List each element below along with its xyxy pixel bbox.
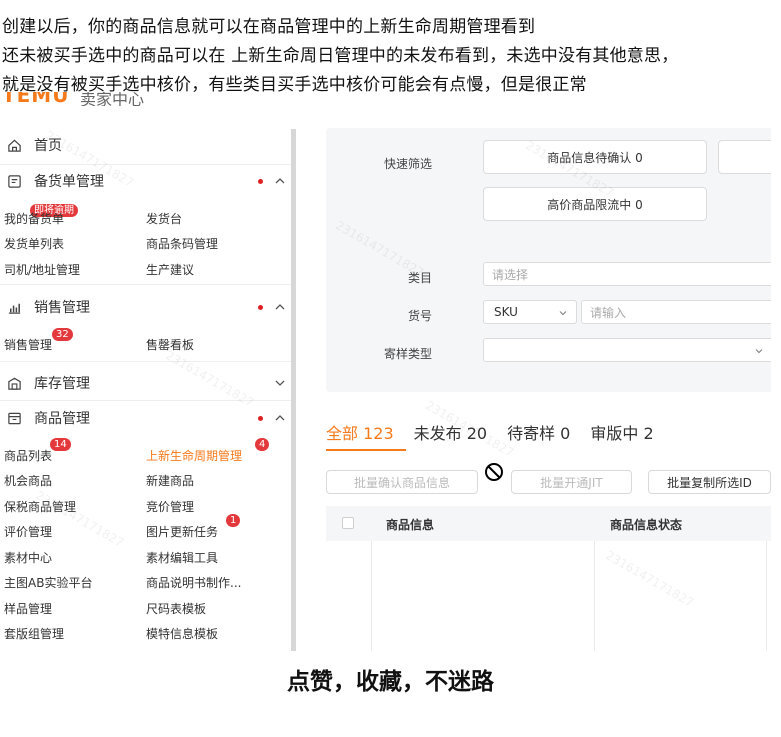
divider <box>0 361 291 362</box>
category-select[interactable]: 请选择 <box>483 262 771 286</box>
alert-dot <box>258 179 263 184</box>
sidebar-link-new-product-lifecycle[interactable]: 上新生命周期管理 <box>146 447 242 464</box>
column-divider <box>594 541 595 651</box>
chevron-down-icon <box>559 311 567 316</box>
column-divider <box>371 541 372 651</box>
sidebar-link-model-info[interactable]: 模特信息模板 <box>146 625 218 642</box>
sidebar-item-home[interactable]: 首页 <box>0 128 291 162</box>
sidebar-link-shipment-list[interactable]: 发货单列表 <box>4 235 64 252</box>
quick-filter-chip-more[interactable] <box>718 140 771 174</box>
category-label: 类目 <box>407 271 432 285</box>
alert-dot <box>258 305 263 310</box>
sidebar-group-title: 库存管理 <box>34 376 90 392</box>
tab-in-review[interactable]: 审版中 2 <box>590 420 653 450</box>
status-tabs: 全部 123 未发布 20 待寄样 0 审版中 2 <box>326 420 674 450</box>
quick-filter-label: 快速筛选 <box>383 157 432 171</box>
select-all-checkbox[interactable] <box>342 517 354 529</box>
brand-subtitle: 卖家中心 <box>80 92 145 106</box>
sidebar-link-manual-maker[interactable]: 商品说明书制作... <box>146 574 241 591</box>
sidebar-link-material-center[interactable]: 素材中心 <box>4 549 52 566</box>
chevron-up-icon[interactable] <box>273 411 287 425</box>
seller-center-screenshot: TEMU 卖家中心 首页 备货单管理 即将逾期 我的备货单 发货台 发货单列表 … <box>0 92 771 651</box>
annotation-line-1: 创建以后，你的商品信息就可以在商品管理中的上新生命周期管理看到 <box>2 17 536 37</box>
sidebar-group-products[interactable]: 商品管理 <box>0 401 291 435</box>
batch-jit-button[interactable]: 批量开通JIT <box>511 470 632 494</box>
lifecycle-badge: 4 <box>255 438 270 451</box>
sidebar-link-opportunity-products[interactable]: 机会商品 <box>4 472 52 489</box>
sku-input[interactable]: 请输入 <box>581 300 771 324</box>
batch-confirm-button[interactable]: 批量确认商品信息 <box>326 470 478 494</box>
divider <box>0 284 291 285</box>
chevron-up-icon[interactable] <box>273 300 287 314</box>
table-header: 商品信息 商品信息状态 <box>326 506 771 541</box>
sidebar-link-material-editor[interactable]: 素材编辑工具 <box>146 549 218 566</box>
sku-type-value: SKU <box>494 305 518 319</box>
column-divider <box>766 541 767 651</box>
chevron-up-icon[interactable] <box>273 174 287 188</box>
sidebar-link-bonded-products[interactable]: 保税商品管理 <box>4 498 76 515</box>
active-tab-indicator <box>326 449 406 451</box>
sidebar-group-title: 备货单管理 <box>34 174 104 190</box>
sidebar-link-size-chart[interactable]: 尺码表模板 <box>146 600 206 617</box>
brand-logo: TEMU <box>2 92 70 106</box>
sales-count-badge: 32 <box>52 328 73 341</box>
sidebar-group-title: 销售管理 <box>34 300 90 316</box>
sidebar-link-production-advice[interactable]: 生产建议 <box>146 261 194 278</box>
warehouse-icon <box>6 375 22 391</box>
annotation-line-2: 还未被买手选中的商品可以在 上新生命周日管理中的未发布看到，未选中没有其他意思， <box>2 46 679 66</box>
tab-pending-sample[interactable]: 待寄样 0 <box>507 420 570 450</box>
sidebar: 首页 备货单管理 即将逾期 我的备货单 发货台 发货单列表 商品条码管理 司机/… <box>0 106 291 651</box>
tab-all[interactable]: 全部 123 <box>326 420 394 450</box>
product-icon <box>6 410 22 426</box>
sample-type-label: 寄样类型 <box>383 347 432 361</box>
sample-type-select[interactable] <box>483 338 771 362</box>
sidebar-link-bidding[interactable]: 竞价管理 <box>146 498 194 515</box>
sidebar-link-my-stock-orders[interactable]: 我的备货单 <box>4 210 64 227</box>
sidebar-link-sellout-board[interactable]: 售罄看板 <box>146 336 194 353</box>
bar-chart-icon <box>6 299 22 315</box>
chevron-down-icon[interactable] <box>273 376 287 390</box>
home-icon <box>6 137 22 153</box>
not-allowed-cursor-icon <box>485 463 503 481</box>
column-product-info: 商品信息 <box>386 518 435 532</box>
chevron-down-icon <box>755 349 763 354</box>
sidebar-group-title: 商品管理 <box>34 411 90 427</box>
sidebar-group-stock-orders[interactable]: 备货单管理 <box>0 164 291 198</box>
batch-copy-id-button[interactable]: 批量复制所选ID <box>648 470 771 494</box>
sidebar-link-ab-test[interactable]: 主图AB实验平台 <box>4 574 92 591</box>
sidebar-link-barcode-management[interactable]: 商品条码管理 <box>146 235 218 252</box>
column-product-status: 商品信息状态 <box>610 518 683 532</box>
filter-panel: 快速筛选 商品信息待确认 0 高价商品限流中 0 类目 请选择 货号 SKU 请… <box>326 128 771 392</box>
sidebar-link-image-update-task[interactable]: 图片更新任务 <box>146 523 218 540</box>
sidebar-link-product-list[interactable]: 商品列表 <box>4 447 52 464</box>
main-content: 快速筛选 商品信息待确认 0 高价商品限流中 0 类目 请选择 货号 SKU 请… <box>296 106 771 651</box>
alert-dot <box>258 416 263 421</box>
sidebar-group-sales[interactable]: 销售管理 <box>0 290 291 324</box>
sku-label: 货号 <box>407 309 432 323</box>
image-task-badge: 1 <box>226 514 241 527</box>
sidebar-link-driver-address[interactable]: 司机/地址管理 <box>4 261 80 278</box>
quick-filter-chip-high-price-limited[interactable]: 高价商品限流中 0 <box>483 187 707 221</box>
sidebar-link-sales-management[interactable]: 销售管理 <box>4 336 52 353</box>
sidebar-link-shipping-desk[interactable]: 发货台 <box>146 210 182 227</box>
sku-type-select[interactable]: SKU <box>483 300 577 324</box>
logo: TEMU 卖家中心 <box>0 92 200 106</box>
sidebar-link-template-group[interactable]: 套版组管理 <box>4 625 64 642</box>
product-list-badge: 14 <box>50 438 71 451</box>
tab-unpublished[interactable]: 未发布 20 <box>414 420 487 450</box>
sidebar-link-reviews[interactable]: 评价管理 <box>4 523 52 540</box>
document-icon <box>6 173 22 189</box>
sidebar-link-create-product[interactable]: 新建商品 <box>146 472 194 489</box>
sidebar-item-label: 首页 <box>34 138 62 154</box>
sidebar-group-inventory[interactable]: 库存管理 <box>0 366 291 400</box>
footer-caption: 点赞，收藏，不迷路 <box>287 668 494 695</box>
quick-filter-chip-pending-confirm[interactable]: 商品信息待确认 0 <box>483 140 707 174</box>
sidebar-link-sample-management[interactable]: 样品管理 <box>4 600 52 617</box>
